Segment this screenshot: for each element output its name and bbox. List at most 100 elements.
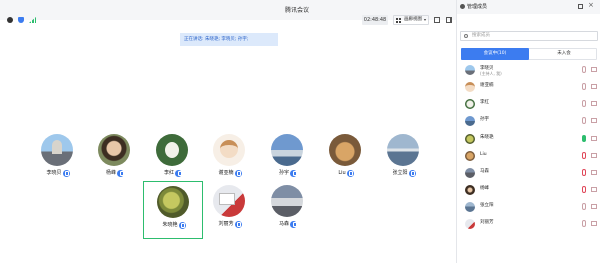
video-off-icon[interactable] <box>591 101 597 106</box>
tab-not-joined[interactable]: 未入会 <box>530 48 598 60</box>
avatar <box>465 116 475 126</box>
member-row[interactable]: 李晓贝 (主持人, 我) <box>457 62 600 78</box>
avatar <box>98 134 130 166</box>
avatar <box>387 134 419 166</box>
avatar <box>329 134 361 166</box>
mic-muted-icon[interactable] <box>582 100 586 107</box>
member-row[interactable]: 朱晓艳 <box>457 131 600 147</box>
member-tabs: 会议中(10) 未入会 <box>461 48 597 60</box>
panel-header: 管理成员 × <box>457 0 600 14</box>
member-name: 刘丽芳 <box>480 220 494 225</box>
signal-icon[interactable] <box>29 17 36 23</box>
video-tile[interactable]: 杨峰 <box>85 130 145 188</box>
mic-icon <box>62 169 70 177</box>
participant-name: Liu <box>338 170 346 176</box>
participant-name: 孙宇 <box>278 170 289 176</box>
mic-icon <box>175 169 182 177</box>
search-placeholder: 搜索成员 <box>472 33 490 38</box>
video-off-icon[interactable] <box>591 118 597 123</box>
video-off-icon[interactable] <box>591 136 597 141</box>
search-icon <box>464 34 468 38</box>
video-tile[interactable]: 孙宇 <box>258 130 318 188</box>
mic-muted-icon[interactable] <box>582 152 586 159</box>
video-tile[interactable]: Liu <box>316 130 376 188</box>
participant-name: 李红 <box>163 170 174 176</box>
fullscreen-icon[interactable] <box>434 17 440 23</box>
member-row[interactable]: 谢亚楠 <box>457 79 600 95</box>
video-off-icon[interactable] <box>591 153 597 158</box>
member-row[interactable]: 张立阳 <box>457 199 600 215</box>
mic-muted-icon[interactable] <box>582 220 586 227</box>
avatar <box>465 185 475 195</box>
view-mode-button[interactable]: 画廊视图 ▾ <box>393 15 429 25</box>
participant-name: 李晓贝 <box>46 170 62 176</box>
video-tile[interactable]: 张立阳 <box>374 130 434 188</box>
mic-active-icon[interactable] <box>582 135 586 142</box>
avatar <box>213 134 245 166</box>
member-row[interactable]: 李红 <box>457 96 600 112</box>
avatar <box>465 168 475 178</box>
participant-name: 马森 <box>278 221 289 227</box>
member-row[interactable]: 刘丽芳 <box>457 216 600 232</box>
video-off-icon[interactable] <box>591 84 597 89</box>
member-row[interactable]: 马森 <box>457 165 600 181</box>
member-name: 张立阳 <box>480 203 494 208</box>
member-row[interactable]: 孙宇 <box>457 113 600 129</box>
chevron-down-icon: ▾ <box>423 17 426 22</box>
video-off-icon[interactable] <box>591 187 597 192</box>
participant-name: 杨峰 <box>105 170 116 176</box>
avatar <box>465 134 475 144</box>
avatar <box>271 134 303 166</box>
video-off-icon[interactable] <box>591 67 597 72</box>
participant-name: 刘丽芳 <box>218 221 234 227</box>
tab-in-meeting[interactable]: 会议中(10) <box>461 48 529 60</box>
member-name: 马森 <box>480 169 489 174</box>
video-tile[interactable]: 刘丽芳 <box>200 181 260 239</box>
panel-toggle-icon[interactable] <box>446 17 452 23</box>
avatar <box>213 185 245 217</box>
panel-title: 管理成员 <box>467 4 488 10</box>
video-tile[interactable]: 李晓贝 <box>28 130 88 188</box>
info-icon[interactable] <box>7 17 13 23</box>
member-role: (主持人, 我) <box>480 71 502 76</box>
mic-muted-icon[interactable] <box>582 66 586 73</box>
shield-icon[interactable] <box>18 17 24 23</box>
member-row[interactable]: Liu <box>457 148 600 164</box>
speaking-banner: 正在讲话: 朱晓艳; 李晓贝; 孙宇; <box>180 33 278 46</box>
mic-muted-icon[interactable] <box>582 117 586 124</box>
video-tile-active-speaker[interactable]: 朱晓艳 <box>143 181 203 239</box>
mic-icon <box>234 220 242 228</box>
mic-muted-icon[interactable] <box>582 169 586 176</box>
mic-icon <box>117 169 124 177</box>
avatar <box>465 65 475 75</box>
mic-muted-icon[interactable] <box>582 83 586 90</box>
avatar <box>271 185 303 217</box>
participant-name: 谢亚楠 <box>218 170 234 176</box>
mic-icon <box>408 169 416 177</box>
close-icon[interactable]: × <box>588 2 594 9</box>
view-mode-label: 画廊视图 <box>404 17 422 22</box>
video-off-icon[interactable] <box>591 170 597 175</box>
popout-icon[interactable] <box>578 4 583 9</box>
avatar <box>157 186 189 218</box>
member-name: 杨峰 <box>480 186 489 191</box>
participant-name: 张立阳 <box>392 170 408 176</box>
avatar <box>465 219 475 229</box>
mic-icon <box>290 220 297 228</box>
video-tile[interactable]: 李红 <box>143 130 203 188</box>
member-panel: 管理成员 × 搜索成员 会议中(10) 未入会 李晓贝 (主持人, 我) 谢亚楠… <box>456 0 600 263</box>
member-name: 谢亚楠 <box>480 83 494 88</box>
member-search-input[interactable]: 搜索成员 <box>460 31 598 41</box>
member-name: Liu <box>480 152 487 157</box>
video-off-icon[interactable] <box>591 204 597 209</box>
member-name: 孙宇 <box>480 117 489 122</box>
mic-muted-icon[interactable] <box>582 186 586 193</box>
video-off-icon[interactable] <box>591 221 597 226</box>
user-group-icon <box>460 4 465 9</box>
avatar <box>41 134 73 166</box>
member-row[interactable]: 杨峰 <box>457 182 600 198</box>
mic-muted-icon[interactable] <box>582 203 586 210</box>
video-tile[interactable]: 马森 <box>258 181 318 239</box>
video-tile[interactable]: 谢亚楠 <box>200 130 260 188</box>
member-name: 李红 <box>480 100 489 105</box>
